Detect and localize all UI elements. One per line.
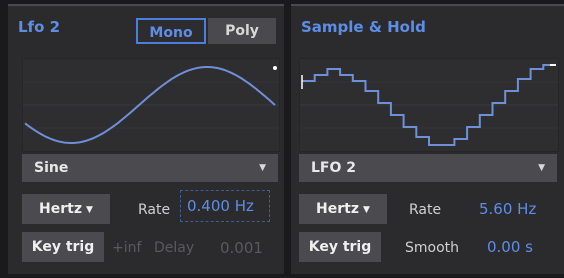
sh-keytrig-label: Key trig xyxy=(308,239,372,255)
caret-down-icon: ▼ xyxy=(86,205,93,215)
waveform-selected: Sine xyxy=(34,160,69,176)
sh-unit-button[interactable]: Hertz ▼ xyxy=(299,194,387,224)
caret-down-icon: ▼ xyxy=(259,163,266,173)
lfo-waveform-graph xyxy=(23,66,279,144)
sh-unit-label: Hertz xyxy=(316,201,360,217)
lfo-unit-button[interactable]: Hertz ▼ xyxy=(22,194,110,224)
delay-value[interactable]: 0.001 xyxy=(220,239,263,257)
sh-rate-value[interactable]: 5.60 Hz xyxy=(479,200,536,218)
smooth-label: Smooth xyxy=(405,240,460,256)
lfo-unit-label: Hertz xyxy=(39,201,83,217)
mono-button[interactable]: Mono xyxy=(136,18,206,44)
voice-mode-toggle: Mono Poly xyxy=(136,18,276,44)
lfo-rate-label: Rate xyxy=(138,202,171,218)
lfo-rate-field[interactable]: 0.400 Hz xyxy=(180,190,270,222)
sample-hold-source-dropdown[interactable]: LFO 2 ▼ xyxy=(299,154,557,182)
waveform-dropdown[interactable]: Sine ▼ xyxy=(22,154,278,182)
lfo-rate-value: 0.400 Hz xyxy=(187,197,254,215)
sh-keytrig-button[interactable]: Key trig xyxy=(299,232,381,262)
sample-hold-title: Sample & Hold xyxy=(301,18,426,36)
lfo-title: Lfo 2 xyxy=(18,18,61,36)
caret-down-icon: ▼ xyxy=(538,163,545,173)
wave-end-marker xyxy=(273,66,277,70)
lfo-waveform-display xyxy=(22,58,280,152)
delay-inf-label: +inf xyxy=(112,240,142,256)
sample-hold-display xyxy=(299,58,559,152)
sample-hold-source-selected: LFO 2 xyxy=(311,160,357,176)
sample-hold-panel: Sample & Hold LFO 2 ▼ Hertz ▼ Rate 5.60 H… xyxy=(291,4,564,274)
caret-down-icon: ▼ xyxy=(363,205,370,215)
lfo-keytrig-label: Key trig xyxy=(31,239,95,255)
sh-rate-label: Rate xyxy=(409,202,442,218)
lfo-keytrig-button[interactable]: Key trig xyxy=(22,232,104,262)
delay-label: Delay xyxy=(154,240,195,256)
lfo-panel: Lfo 2 Mono Poly Sine ▼ Hertz ▼ Rate 0.400… xyxy=(8,4,284,274)
smooth-value[interactable]: 0.00 s xyxy=(487,238,533,256)
sample-hold-graph xyxy=(300,64,558,146)
poly-button[interactable]: Poly xyxy=(208,18,276,44)
